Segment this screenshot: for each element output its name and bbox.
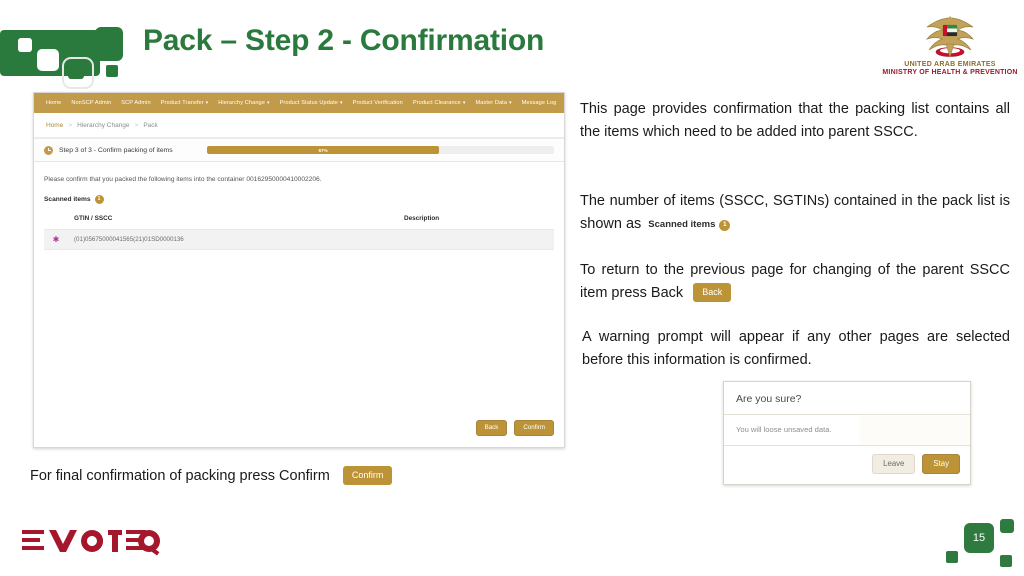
column-header-gtin-sscc: GTIN / SSCC <box>74 215 113 222</box>
nav-item-product-status-update[interactable]: Product Status Update ▾ <box>280 100 343 106</box>
progress-fill: 67% <box>206 146 440 154</box>
emblem-country-label: UNITED ARAB EMIRATES <box>904 61 996 68</box>
breadcrumb-item-home[interactable]: Home <box>46 122 63 129</box>
page-title: Pack – Step 2 - Confirmation <box>143 24 545 57</box>
nav-item-message-log[interactable]: Message Log <box>522 100 557 106</box>
inline-scanned-items-label: Scanned items <box>648 219 716 231</box>
page-number-label: 15 <box>964 523 994 553</box>
description-paragraph-1: This page provides confirmation that the… <box>580 101 1010 141</box>
scanned-items-table: GTIN / SSCC Description ✱ (01)0567500004… <box>44 215 554 250</box>
dialog-stay-button[interactable]: Stay <box>922 454 960 474</box>
confirmation-instruction: Please confirm that you packed the follo… <box>44 176 322 183</box>
emblem-ministry-label: MINISTRY OF HEALTH & PREVENTION <box>882 69 1018 76</box>
nav-item-home[interactable]: Home <box>46 100 61 106</box>
nav-item-hierarchy-change[interactable]: Hierarchy Change ▾ <box>218 100 269 106</box>
are-you-sure-dialog: Are you sure? You will loose unsaved dat… <box>723 381 971 485</box>
breadcrumb-item-pack: Pack <box>143 121 158 129</box>
confirm-button[interactable]: Confirm <box>514 419 554 436</box>
slide-logo <box>0 18 142 89</box>
progress-percent-label: 67% <box>318 147 328 153</box>
final-confirmation-caption: For final confirmation of packing press … <box>30 466 393 485</box>
description-paragraph-3-text: To return to the previous page for chang… <box>580 262 1010 302</box>
dialog-title: Are you sure? <box>736 393 802 405</box>
nav-item-product-clearance[interactable]: Product Clearance ▾ <box>413 100 466 106</box>
evoteq-logo: EVOTEQ <box>22 527 162 566</box>
nav-item-product-verification[interactable]: Product Verification <box>353 100 403 106</box>
description-paragraph-3: To return to the previous page for chang… <box>580 259 1010 306</box>
app-screenshot-panel: Home NonSCP Admin SCP Admin Product Tran… <box>33 92 565 448</box>
row-description <box>404 229 554 250</box>
progress-track: 67% <box>206 146 554 154</box>
app-content-area: Please confirm that you packed the follo… <box>34 162 564 447</box>
column-header-description: Description <box>404 215 440 222</box>
row-gtin-sscc: (01)05675000041565(21)01SD0000136 <box>68 229 404 250</box>
inline-scanned-items-chip: Scanned items 1 <box>648 217 731 232</box>
chevron-down-icon: ▾ <box>266 100 270 106</box>
page-deco-square-top-right <box>1000 519 1014 533</box>
uae-mohap-emblem: UNITED ARAB EMIRATES MINISTRY OF HEALTH … <box>880 14 1020 76</box>
scanned-items-heading: Scanned items 1 <box>44 195 554 204</box>
logo-block-white-medium <box>37 49 59 71</box>
scanned-items-count-badge: 1 <box>94 195 104 204</box>
falcon-emblem-icon <box>880 14 1020 60</box>
dialog-leave-button[interactable]: Leave <box>872 454 916 474</box>
logo-block-tall <box>95 27 123 61</box>
logo-block-inner <box>68 63 84 79</box>
breadcrumb-item-hierarchy-change[interactable]: Hierarchy Change <box>77 122 129 129</box>
step-progress-bar: Step 3 of 3 - Confirm packing of items 6… <box>34 138 564 162</box>
description-paragraph-2-text: The number of items (SSCC, SGTINs) conta… <box>580 193 1010 233</box>
inline-confirm-button[interactable]: Confirm <box>342 466 393 485</box>
nav-item-product-transfer[interactable]: Product Transfer ▾ <box>161 100 209 106</box>
logo-block-tiny <box>106 65 118 77</box>
dialog-body: You will loose unsaved data. <box>724 415 970 446</box>
table-row[interactable]: ✱ (01)05675000041565(21)01SD0000136 <box>44 229 554 250</box>
nav-item-scp-admin[interactable]: SCP Admin <box>121 100 150 106</box>
app-footer-actions: Back Confirm <box>475 419 554 436</box>
breadcrumb: Home > Hierarchy Change > Pack <box>34 113 564 138</box>
column-header-marker <box>44 215 68 230</box>
final-confirmation-text: For final confirmation of packing press … <box>30 468 330 484</box>
clock-icon <box>44 145 53 155</box>
table-header-row: GTIN / SSCC Description <box>44 215 554 230</box>
dialog-message: You will loose unsaved data. <box>736 425 832 434</box>
chevron-down-icon: ▾ <box>509 100 512 106</box>
inline-back-button[interactable]: Back <box>693 283 732 303</box>
dialog-footer: Leave Stay <box>724 446 970 484</box>
logo-block-white-small <box>18 38 32 52</box>
chevron-down-icon: ▾ <box>462 100 466 106</box>
page-deco-square-bottom-right <box>1000 555 1012 567</box>
app-navigation-bar: Home NonSCP Admin SCP Admin Product Tran… <box>34 93 564 113</box>
breadcrumb-separator: > <box>68 121 73 129</box>
dialog-header: Are you sure? <box>724 382 970 415</box>
page-number-block: 15 <box>944 517 1018 571</box>
chevron-down-icon: ▾ <box>339 100 343 106</box>
row-marker-icon: ✱ <box>44 229 68 250</box>
description-paragraph-2: The number of items (SSCC, SGTINs) conta… <box>580 190 1010 237</box>
step-label: Step 3 of 3 - Confirm packing of items <box>59 146 173 154</box>
nav-item-nonscp-admin[interactable]: NonSCP Admin <box>71 100 111 106</box>
description-paragraph-4: A warning prompt will appear if any othe… <box>582 329 1010 369</box>
scanned-items-label: Scanned items <box>44 196 91 203</box>
page-deco-square-bottom-left <box>946 551 958 563</box>
nav-item-master-data[interactable]: Master Data ▾ <box>475 100 511 106</box>
inline-scanned-items-count-badge: 1 <box>719 219 731 231</box>
chevron-down-icon: ▾ <box>205 100 209 106</box>
breadcrumb-separator: > <box>134 121 139 129</box>
back-button[interactable]: Back <box>475 419 508 436</box>
